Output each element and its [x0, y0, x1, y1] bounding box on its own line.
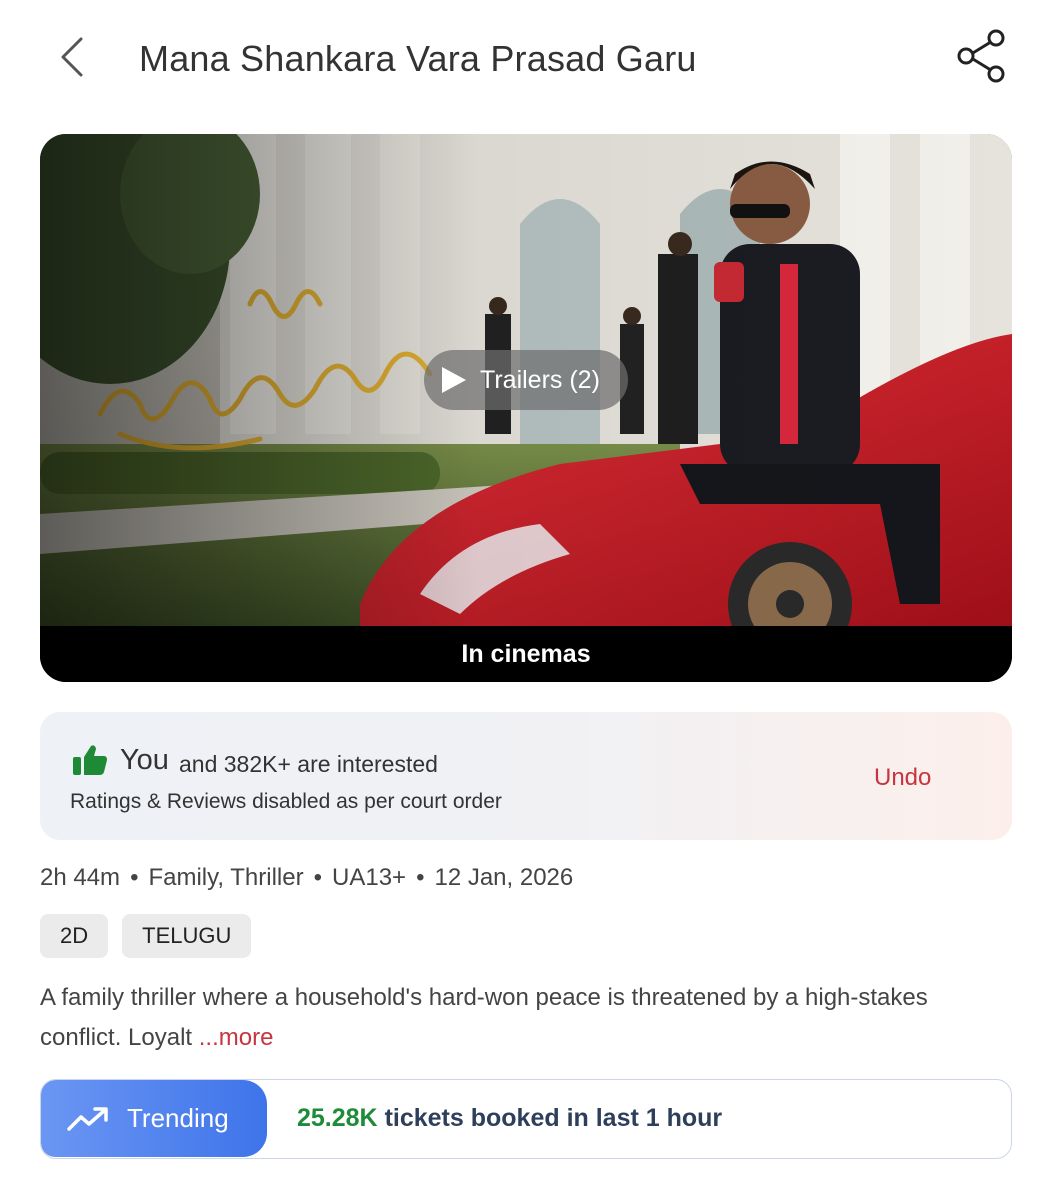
page-title: Mana Shankara Vara Prasad Garu — [139, 38, 697, 79]
movie-description: A family thriller where a household's ha… — [40, 978, 1000, 1058]
interest-count-text: and 382K+ are interested — [179, 751, 438, 777]
trending-up-icon — [67, 1106, 108, 1131]
release-status-label: In cinemas — [461, 639, 591, 668]
release-status-bar: In cinemas — [40, 626, 1012, 682]
movie-genres: Family, Thriller — [148, 864, 304, 891]
trending-badge: Trending — [41, 1080, 267, 1157]
movie-meta-row: 2h 44m • Family, Thriller • UA13+ • 12 Jan, 20… — [40, 864, 573, 892]
chevron-left-icon — [61, 37, 83, 77]
description-text: A family thriller where a household's ha… — [40, 984, 928, 1051]
meta-separator: • — [416, 864, 425, 891]
share-icon — [957, 29, 1005, 83]
back-button[interactable] — [50, 32, 94, 82]
play-icon — [442, 367, 466, 393]
language-tag-telugu: TELUGU — [122, 914, 252, 958]
format-tags: 2D TELUGU — [40, 914, 252, 958]
undo-button[interactable]: Undo — [874, 764, 931, 792]
interest-card: You and 382K+ are interested Undo Rating… — [40, 712, 1012, 840]
meta-separator: • — [130, 864, 139, 891]
share-button[interactable] — [950, 26, 1012, 86]
meta-separator: • — [313, 864, 322, 891]
tickets-booked-text: 25.28K tickets booked in last 1 hour — [297, 1104, 722, 1133]
movie-release-date: 12 Jan, 2026 — [434, 864, 574, 891]
interest-you-label: You — [120, 744, 169, 776]
tickets-booked-count: 25.28K — [297, 1104, 378, 1132]
trending-banner: Trending 25.28K tickets booked in last 1… — [40, 1079, 1012, 1159]
tickets-booked-caption: tickets booked in last 1 hour — [377, 1104, 723, 1132]
ratings-disabled-note: Ratings & Reviews disabled as per court … — [70, 790, 502, 813]
movie-duration: 2h 44m — [40, 864, 121, 891]
movie-certificate: UA13+ — [332, 864, 407, 891]
trending-label: Trending — [127, 1103, 229, 1133]
trailers-label: Trailers (2) — [480, 365, 600, 394]
format-tag-2d: 2D — [40, 914, 109, 958]
read-more-link[interactable]: ...more — [199, 1024, 274, 1051]
thumbs-up-icon — [73, 745, 107, 775]
movie-poster-card[interactable]: Trailers (2) In cinemas — [40, 134, 1012, 682]
top-bar: Mana Shankara Vara Prasad Garu — [0, 0, 1052, 116]
trailers-button[interactable]: Trailers (2) — [424, 350, 628, 410]
